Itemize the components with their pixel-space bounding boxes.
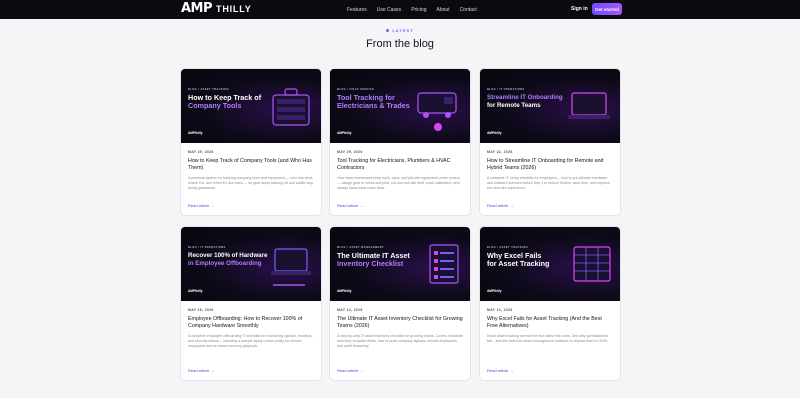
thumb-eyebrow: BLOG / FIELD SERVICE — [337, 88, 375, 91]
post-date: MAY 29, 2026 — [337, 150, 363, 154]
post-excerpt: How trade businesses keep tools, vans, a… — [337, 176, 460, 191]
post-title[interactable]: Employee Offboarding: How to Recover 100… — [188, 316, 314, 330]
read-article-link[interactable]: Read article → — [337, 203, 363, 208]
nav-link-contact[interactable]: Contact — [460, 7, 477, 13]
thumb-headline: Tool Tracking for Electricians & Trades — [337, 94, 410, 110]
post-title[interactable]: Why Excel Fails for Asset Tracking (And … — [487, 316, 613, 330]
post-excerpt: Excel asset tracking seems free but hide… — [487, 334, 609, 344]
read-article-link[interactable]: Read article → — [188, 203, 214, 208]
read-article-link[interactable]: Read article → — [188, 368, 214, 373]
post-title[interactable]: How to Keep Track of Company Tools (and … — [188, 158, 314, 172]
section-kicker: LATEST — [0, 28, 800, 33]
thumb-headline: How to Keep Track of Company Tools — [188, 94, 261, 110]
kicker-dot-icon — [386, 29, 390, 33]
thumb-line-2: Electricians & Trades — [337, 101, 410, 110]
post-excerpt: A complete IT setup checklist for employ… — [487, 176, 610, 191]
nav-link-about[interactable]: About — [436, 7, 449, 13]
post-thumbnail[interactable]: BLOG / ASSET MANAGEMENT The Ultimate IT … — [330, 227, 470, 301]
get-started-button[interactable]: Get started — [592, 3, 622, 15]
thumb-headline: The Ultimate IT Asset Inventory Checklist — [337, 252, 410, 268]
top-navbar: AMP THILLY Features Use Cases Pricing Ab… — [0, 0, 800, 19]
thumb-eyebrow: BLOG / ASSET TRACKING — [487, 246, 529, 249]
thumb-eyebrow: BLOG / ASSET MANAGEMENT — [337, 246, 385, 249]
main-menu: Features Use Cases Pricing About Contact — [347, 0, 477, 19]
thumb-eyebrow: BLOG / IT OPERATIONS — [487, 88, 525, 91]
thumb-brand: AMPthilly — [188, 289, 203, 293]
nav-link-features[interactable]: Features — [347, 7, 367, 13]
thumb-eyebrow: BLOG / IT OPERATIONS — [188, 246, 226, 249]
thumb-brand: AMPthilly — [487, 131, 502, 135]
van-illustration-icon — [417, 92, 457, 131]
post-title[interactable]: The Ultimate IT Asset Inventory Checklis… — [337, 316, 463, 330]
thumb-brand: AMPthilly — [487, 289, 502, 293]
post-date: MAY 29, 2026 — [188, 150, 214, 154]
blog-card[interactable]: BLOG / ASSET MANAGEMENT The Ultimate IT … — [329, 226, 471, 381]
post-date: MAY 10, 2026 — [487, 308, 513, 312]
thumb-line-2: for Remote Teams — [487, 102, 541, 109]
post-date: MAY 22, 2026 — [487, 150, 513, 154]
thumb-line-2: in Employee Offboarding — [188, 260, 262, 267]
post-excerpt: A practical system for tracking company … — [188, 176, 314, 191]
thumb-headline: Why Excel Fails for Asset Tracking — [487, 252, 549, 268]
spreadsheet-illustration-icon — [573, 246, 611, 282]
nav-link-pricing[interactable]: Pricing — [411, 7, 426, 13]
post-excerpt: A complete employee offboarding IT check… — [188, 334, 313, 349]
post-title[interactable]: How to Streamline IT Onboarding for Remo… — [487, 158, 613, 172]
thumb-line-2: Inventory Checklist — [337, 259, 404, 268]
blog-card[interactable]: BLOG / ASSET TRACKING Why Excel Fails for… — [479, 226, 621, 381]
post-thumbnail[interactable]: BLOG / ASSET TRACKING How to Keep Track … — [181, 69, 321, 143]
blog-card[interactable]: BLOG / FIELD SERVICE Tool Tracking for El… — [329, 68, 471, 216]
thumb-line-2: Company Tools — [188, 101, 242, 110]
read-article-link[interactable]: Read article → — [487, 368, 513, 373]
post-excerpt: A step-by-step IT asset inventory checkl… — [337, 334, 463, 349]
thumb-line-1: Recover 100% of Hardware — [188, 252, 268, 259]
logo-mark: AMP — [181, 1, 213, 16]
laptop-return-illustration-icon — [271, 248, 311, 286]
blog-card[interactable]: BLOG / IT OPERATIONS Recover 100% of Har… — [180, 226, 322, 381]
toolbox-illustration-icon — [272, 88, 310, 126]
thumb-headline: Streamline IT Onboarding for Remote Teams — [487, 94, 563, 110]
section-title: From the blog — [366, 38, 434, 50]
thumb-brand: AMPthilly — [337, 131, 352, 135]
thumb-headline: Recover 100% of Hardware in Employee Offb… — [188, 252, 267, 268]
kicker-text: LATEST — [392, 28, 414, 33]
blog-card[interactable]: BLOG / ASSET TRACKING How to Keep Track … — [180, 68, 322, 216]
blog-card[interactable]: BLOG / IT OPERATIONS Streamline IT Onboa… — [479, 68, 621, 216]
logo-wordmark: THILLY — [216, 4, 252, 14]
sign-in-link[interactable]: Sign in — [571, 0, 588, 19]
thumb-brand: AMPthilly — [337, 289, 352, 293]
thumb-line-2: for Asset Tracking — [487, 259, 550, 268]
thumb-line-1: Streamline IT Onboarding — [487, 94, 563, 101]
laptop-illustration-icon — [568, 92, 610, 119]
checklist-illustration-icon — [429, 244, 459, 284]
read-article-link[interactable]: Read article → — [337, 368, 363, 373]
post-date: MAY 14, 2026 — [337, 308, 363, 312]
nav-link-use-cases[interactable]: Use Cases — [377, 7, 401, 13]
post-thumbnail[interactable]: BLOG / FIELD SERVICE Tool Tracking for El… — [330, 69, 470, 143]
thumb-eyebrow: BLOG / ASSET TRACKING — [188, 88, 230, 91]
read-article-link[interactable]: Read article → — [487, 203, 513, 208]
site-logo[interactable]: AMP THILLY — [181, 2, 252, 16]
post-thumbnail[interactable]: BLOG / IT OPERATIONS Streamline IT Onboa… — [480, 69, 620, 143]
post-thumbnail[interactable]: BLOG / IT OPERATIONS Recover 100% of Har… — [181, 227, 321, 301]
post-title[interactable]: Tool Tracking for Electricians, Plumbers… — [337, 158, 463, 172]
post-date: MAY 18, 2026 — [188, 308, 214, 312]
thumb-brand: AMPthilly — [188, 131, 203, 135]
post-thumbnail[interactable]: BLOG / ASSET TRACKING Why Excel Fails for… — [480, 227, 620, 301]
